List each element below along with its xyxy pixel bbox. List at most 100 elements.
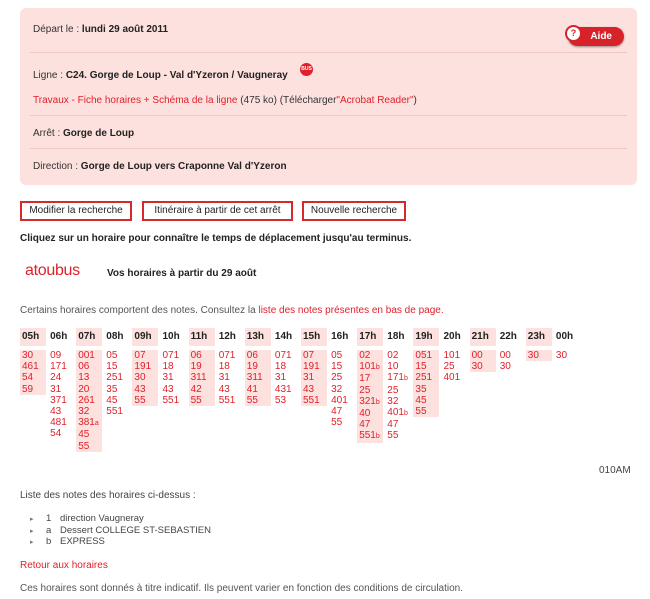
departure-time[interactable]: 25	[359, 385, 383, 396]
departure-time[interactable]: 251	[415, 372, 439, 383]
departure-time[interactable]: 251	[106, 372, 130, 383]
departure-time[interactable]: 07	[134, 350, 158, 361]
departure-time[interactable]: 55	[78, 441, 102, 452]
departure-time[interactable]: 311	[191, 372, 215, 383]
departure-time[interactable]: 02	[359, 350, 383, 361]
acrobat-link[interactable]: "Acrobat Reader"	[336, 95, 413, 106]
departure-time[interactable]: 15	[331, 361, 355, 372]
departure-time[interactable]: 311	[247, 372, 271, 383]
departure-time[interactable]: 00	[472, 350, 496, 361]
departure-time[interactable]: 25	[444, 361, 468, 372]
departure-time[interactable]: 19	[247, 361, 271, 372]
departure-time[interactable]: 43	[303, 384, 327, 395]
departure-time[interactable]: 551b	[359, 430, 383, 442]
departure-time[interactable]: 20	[78, 384, 102, 395]
departure-time[interactable]: 25	[387, 385, 411, 396]
departure-time[interactable]: 09	[50, 350, 74, 361]
nouvelle-recherche-button[interactable]: Nouvelle recherche	[302, 201, 406, 221]
departure-time[interactable]: 371	[50, 395, 74, 406]
departure-time[interactable]: 171b	[387, 372, 411, 384]
departure-time[interactable]: 101	[444, 350, 468, 361]
departure-time[interactable]: 191	[303, 361, 327, 372]
departure-time[interactable]: 55	[134, 395, 158, 406]
departure-time[interactable]: 31	[303, 372, 327, 383]
departure-time[interactable]: 101b	[359, 361, 383, 373]
departure-time[interactable]: 401b	[387, 407, 411, 419]
departure-time[interactable]: 54	[22, 372, 46, 383]
departure-time[interactable]: 40	[359, 408, 383, 419]
departure-time[interactable]: 15	[415, 361, 439, 372]
departure-time[interactable]: 47	[387, 419, 411, 430]
departure-time[interactable]: 431	[275, 384, 299, 395]
departure-time[interactable]: 171	[50, 361, 74, 372]
departure-time[interactable]: 381a	[78, 417, 102, 429]
departure-time[interactable]: 55	[191, 395, 215, 406]
departure-time[interactable]: 32	[387, 396, 411, 407]
departure-time[interactable]: 30	[472, 361, 496, 372]
departure-time[interactable]: 551	[163, 395, 187, 406]
departure-time[interactable]: 24	[50, 372, 74, 383]
departure-time[interactable]: 31	[275, 372, 299, 383]
notes-list-link[interactable]: liste des notes présentes en bas de page…	[258, 305, 443, 316]
departure-time[interactable]: 15	[106, 361, 130, 372]
departure-time[interactable]: 481	[50, 417, 74, 428]
departure-time[interactable]: 071	[163, 350, 187, 361]
departure-time[interactable]: 45	[78, 429, 102, 440]
travaux-link[interactable]: Travaux - Fiche horaires + Schéma de la …	[33, 95, 237, 106]
modifier-recherche-button[interactable]: Modifier la recherche	[20, 201, 132, 221]
departure-time[interactable]: 45	[415, 395, 439, 406]
departure-time[interactable]: 54	[50, 428, 74, 439]
departure-time[interactable]: 35	[415, 384, 439, 395]
departure-time[interactable]: 06	[191, 350, 215, 361]
departure-time[interactable]: 53	[275, 395, 299, 406]
departure-time[interactable]: 18	[219, 361, 243, 372]
departure-time[interactable]: 17	[359, 373, 383, 384]
departure-time[interactable]: 401	[444, 372, 468, 383]
departure-time[interactable]: 32	[331, 384, 355, 395]
departure-time[interactable]: 18	[275, 361, 299, 372]
departure-time[interactable]: 401	[331, 395, 355, 406]
departure-time[interactable]: 30	[22, 350, 46, 361]
departure-time[interactable]: 35	[106, 384, 130, 395]
departure-time[interactable]: 41	[247, 384, 271, 395]
departure-time[interactable]: 06	[247, 350, 271, 361]
back-to-horaires-link[interactable]: Retour aux horaires	[20, 560, 108, 571]
departure-time[interactable]: 47	[359, 419, 383, 430]
departure-time[interactable]: 321b	[359, 396, 383, 408]
departure-time[interactable]: 18	[163, 361, 187, 372]
departure-time[interactable]: 45	[106, 395, 130, 406]
departure-time[interactable]: 191	[134, 361, 158, 372]
departure-time[interactable]: 31	[50, 384, 74, 395]
departure-time[interactable]: 55	[387, 430, 411, 441]
departure-time[interactable]: 43	[50, 406, 74, 417]
itineraire-button[interactable]: Itinéraire à partir de cet arrêt	[142, 201, 293, 221]
departure-time[interactable]: 05	[331, 350, 355, 361]
departure-time[interactable]: 55	[247, 395, 271, 406]
departure-time[interactable]: 551	[106, 406, 130, 417]
departure-time[interactable]: 31	[163, 372, 187, 383]
departure-time[interactable]: 32	[78, 406, 102, 417]
help-button[interactable]: ? Aide	[565, 25, 624, 46]
departure-time[interactable]: 261	[78, 395, 102, 406]
departure-time[interactable]: 02	[387, 350, 411, 361]
departure-time[interactable]: 30	[500, 361, 524, 372]
departure-time[interactable]: 551	[303, 395, 327, 406]
departure-time[interactable]: 13	[78, 372, 102, 383]
departure-time[interactable]: 55	[331, 417, 355, 428]
departure-time[interactable]: 31	[219, 372, 243, 383]
departure-time[interactable]: 461	[22, 361, 46, 372]
departure-time[interactable]: 001	[78, 350, 102, 361]
departure-time[interactable]: 42	[191, 384, 215, 395]
departure-time[interactable]: 30	[134, 372, 158, 383]
departure-time[interactable]: 071	[275, 350, 299, 361]
departure-time[interactable]: 25	[331, 372, 355, 383]
departure-time[interactable]: 06	[78, 361, 102, 372]
departure-time[interactable]: 30	[556, 350, 580, 361]
departure-time[interactable]: 30	[528, 350, 552, 361]
departure-time[interactable]: 10	[387, 361, 411, 372]
departure-time[interactable]: 47	[331, 406, 355, 417]
departure-time[interactable]: 07	[303, 350, 327, 361]
departure-time[interactable]: 43	[219, 384, 243, 395]
departure-time[interactable]: 051	[415, 350, 439, 361]
departure-time[interactable]: 43	[163, 384, 187, 395]
